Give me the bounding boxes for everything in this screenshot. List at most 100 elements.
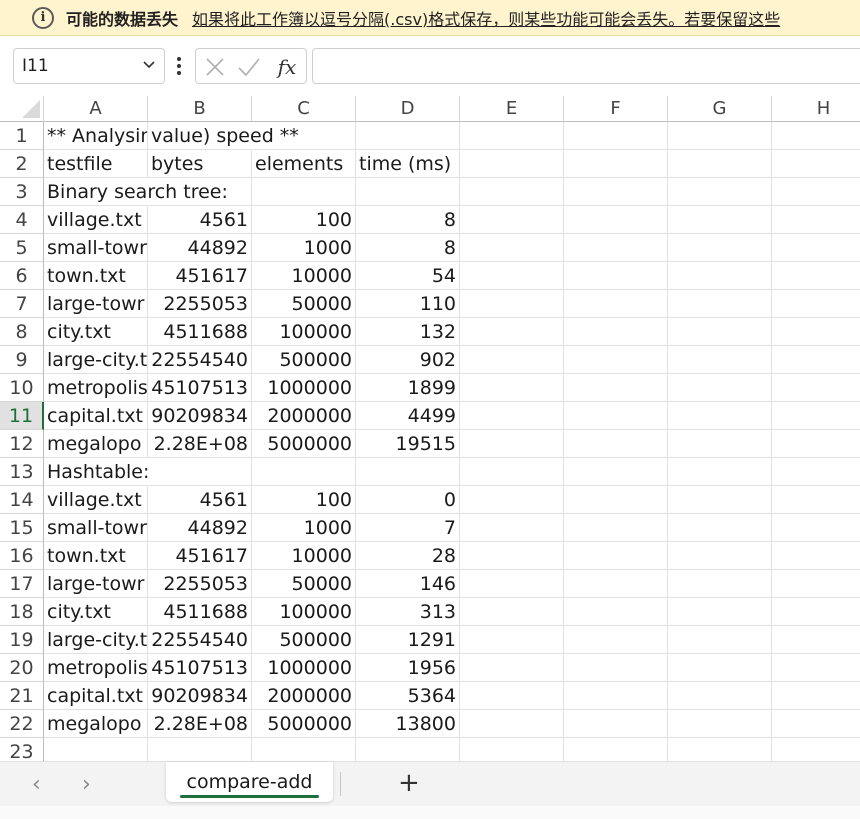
row-header-17[interactable]: 17 bbox=[0, 570, 44, 598]
cell-g19[interactable] bbox=[668, 626, 772, 654]
cell-c16[interactable]: 10000 bbox=[252, 542, 356, 570]
name-box[interactable]: I11 bbox=[13, 48, 165, 84]
row-header-14[interactable]: 14 bbox=[0, 486, 44, 514]
cell-g16[interactable] bbox=[668, 542, 772, 570]
cell-c3[interactable] bbox=[252, 178, 356, 206]
cell-h18[interactable] bbox=[772, 598, 860, 626]
cell-f13[interactable] bbox=[564, 458, 668, 486]
cell-h4[interactable] bbox=[772, 206, 860, 234]
cell-g3[interactable] bbox=[668, 178, 772, 206]
row-header-2[interactable]: 2 bbox=[0, 150, 44, 178]
column-header-d[interactable]: D bbox=[356, 96, 460, 122]
row-header-10[interactable]: 10 bbox=[0, 374, 44, 402]
cell-e19[interactable] bbox=[460, 626, 564, 654]
cell-b2[interactable]: bytes bbox=[148, 150, 252, 178]
cell-f22[interactable] bbox=[564, 710, 668, 738]
cell-f1[interactable] bbox=[564, 122, 668, 150]
cell-b10[interactable]: 45107513 bbox=[148, 374, 252, 402]
cell-b19[interactable]: 22554540 bbox=[148, 626, 252, 654]
cell-g18[interactable] bbox=[668, 598, 772, 626]
cell-f16[interactable] bbox=[564, 542, 668, 570]
cell-e8[interactable] bbox=[460, 318, 564, 346]
chevron-left-icon[interactable]: ‹ bbox=[32, 772, 41, 797]
cell-a12[interactable]: megalopo bbox=[44, 430, 148, 458]
cell-a17[interactable]: large-towr bbox=[44, 570, 148, 598]
sheet-tab-active[interactable]: compare-add bbox=[166, 762, 333, 802]
cell-h7[interactable] bbox=[772, 290, 860, 318]
cell-f8[interactable] bbox=[564, 318, 668, 346]
cell-a1[interactable]: ** Analysin bbox=[44, 122, 148, 150]
cell-f15[interactable] bbox=[564, 514, 668, 542]
row-header-22[interactable]: 22 bbox=[0, 710, 44, 738]
cell-a7[interactable]: large-towr bbox=[44, 290, 148, 318]
cell-e14[interactable] bbox=[460, 486, 564, 514]
cell-g5[interactable] bbox=[668, 234, 772, 262]
column-header-f[interactable]: F bbox=[564, 96, 668, 122]
cell-c19[interactable]: 500000 bbox=[252, 626, 356, 654]
cell-c10[interactable]: 1000000 bbox=[252, 374, 356, 402]
row-header-21[interactable]: 21 bbox=[0, 682, 44, 710]
cell-d2[interactable]: time (ms) bbox=[356, 150, 460, 178]
cell-b6[interactable]: 451617 bbox=[148, 262, 252, 290]
cell-d19[interactable]: 1291 bbox=[356, 626, 460, 654]
cell-f12[interactable] bbox=[564, 430, 668, 458]
cancel-icon[interactable] bbox=[202, 54, 228, 80]
cell-f6[interactable] bbox=[564, 262, 668, 290]
cell-h3[interactable] bbox=[772, 178, 860, 206]
cell-b16[interactable]: 451617 bbox=[148, 542, 252, 570]
cell-e3[interactable] bbox=[460, 178, 564, 206]
cell-h1[interactable] bbox=[772, 122, 860, 150]
cell-d15[interactable]: 7 bbox=[356, 514, 460, 542]
add-sheet-button[interactable]: + bbox=[398, 768, 420, 798]
cell-g12[interactable] bbox=[668, 430, 772, 458]
cell-e18[interactable] bbox=[460, 598, 564, 626]
cell-b8[interactable]: 4511688 bbox=[148, 318, 252, 346]
cell-c7[interactable]: 50000 bbox=[252, 290, 356, 318]
cell-f3[interactable] bbox=[564, 178, 668, 206]
cell-g17[interactable] bbox=[668, 570, 772, 598]
cell-d22[interactable]: 13800 bbox=[356, 710, 460, 738]
cell-b17[interactable]: 2255053 bbox=[148, 570, 252, 598]
cell-e12[interactable] bbox=[460, 430, 564, 458]
cell-e11[interactable] bbox=[460, 402, 564, 430]
row-header-19[interactable]: 19 bbox=[0, 626, 44, 654]
cell-e13[interactable] bbox=[460, 458, 564, 486]
cell-c12[interactable]: 5000000 bbox=[252, 430, 356, 458]
cell-b4[interactable]: 4561 bbox=[148, 206, 252, 234]
cell-g2[interactable] bbox=[668, 150, 772, 178]
cell-d6[interactable]: 54 bbox=[356, 262, 460, 290]
infobar-message-link[interactable]: 如果将此工作簿以逗号分隔(.csv)格式保存，则某些功能可能会丢失。若要保留这些 bbox=[192, 6, 780, 30]
cell-a11[interactable]: capital.txt bbox=[44, 402, 148, 430]
cell-h17[interactable] bbox=[772, 570, 860, 598]
row-header-9[interactable]: 9 bbox=[0, 346, 44, 374]
cell-b14[interactable]: 4561 bbox=[148, 486, 252, 514]
cell-f9[interactable] bbox=[564, 346, 668, 374]
cell-a20[interactable]: metropolis bbox=[44, 654, 148, 682]
cell-e20[interactable] bbox=[460, 654, 564, 682]
cell-f10[interactable] bbox=[564, 374, 668, 402]
row-header-20[interactable]: 20 bbox=[0, 654, 44, 682]
cell-g9[interactable] bbox=[668, 346, 772, 374]
cell-e22[interactable] bbox=[460, 710, 564, 738]
cell-d5[interactable]: 8 bbox=[356, 234, 460, 262]
cell-g10[interactable] bbox=[668, 374, 772, 402]
row-header-11[interactable]: 11 bbox=[0, 402, 44, 430]
cell-h10[interactable] bbox=[772, 374, 860, 402]
cell-a3[interactable]: Binary search tree: bbox=[44, 178, 228, 206]
row-header-1[interactable]: 1 bbox=[0, 122, 44, 150]
cell-e1[interactable] bbox=[460, 122, 564, 150]
cell-f11[interactable] bbox=[564, 402, 668, 430]
cell-g15[interactable] bbox=[668, 514, 772, 542]
cell-c2[interactable]: elements bbox=[252, 150, 356, 178]
cell-g11[interactable] bbox=[668, 402, 772, 430]
row-header-5[interactable]: 5 bbox=[0, 234, 44, 262]
cell-f14[interactable] bbox=[564, 486, 668, 514]
column-header-e[interactable]: E bbox=[460, 96, 564, 122]
cell-h8[interactable] bbox=[772, 318, 860, 346]
cell-a2[interactable]: testfile bbox=[44, 150, 148, 178]
cell-d8[interactable]: 132 bbox=[356, 318, 460, 346]
cell-e4[interactable] bbox=[460, 206, 564, 234]
cell-c9[interactable]: 500000 bbox=[252, 346, 356, 374]
cell-g22[interactable] bbox=[668, 710, 772, 738]
row-header-4[interactable]: 4 bbox=[0, 206, 44, 234]
